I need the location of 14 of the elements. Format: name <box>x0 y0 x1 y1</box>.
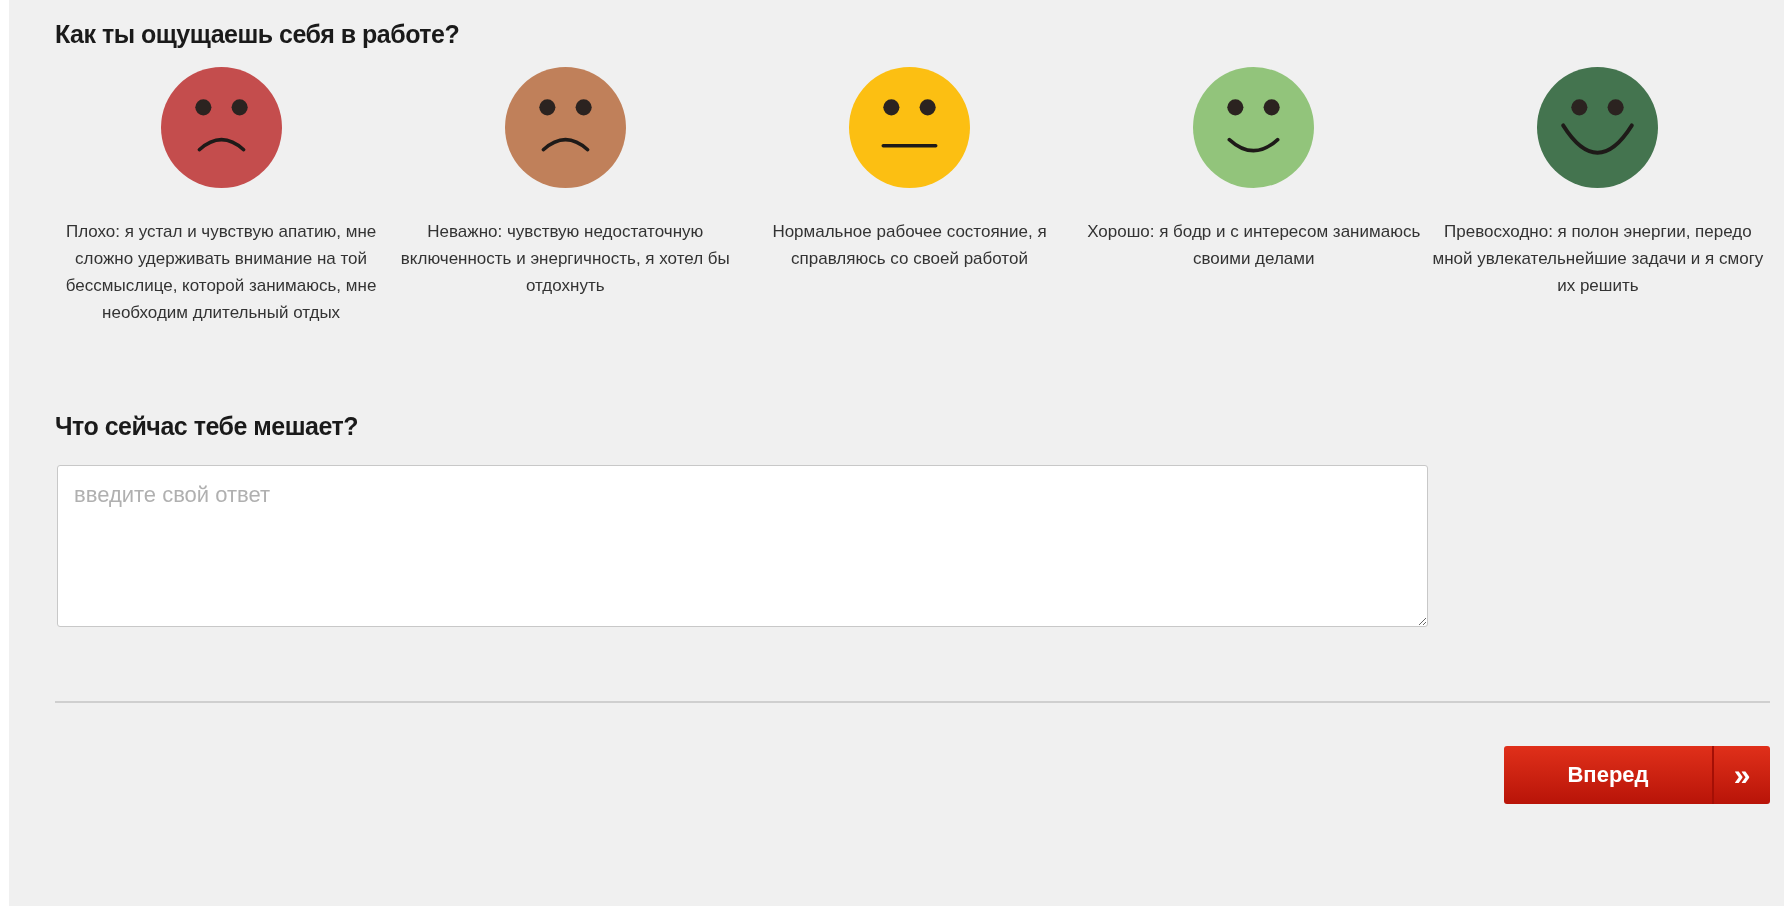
neutral-face-icon[interactable] <box>849 67 970 188</box>
question-title: Как ты ощущаешь себя в работе? <box>55 20 461 49</box>
answer-field[interactable]: введите свой ответ <box>57 465 1428 627</box>
next-button[interactable]: Вперед » <box>1504 746 1770 804</box>
sad-face-icon[interactable] <box>504 67 626 188</box>
smiley-face-icon[interactable] <box>1537 67 1659 188</box>
option-label: Нормальное рабочее состояние, я справляюсь со своей работой <box>771 221 1048 270</box>
option-label: Неважно: чувствую недостаточную включенность и энергичность, я хотел бы отдохнуть <box>399 221 731 297</box>
question-title: Что сейчас тебе мешает? <box>55 412 359 441</box>
option-label: Хорошо: я бодр и с интересом занимаюсь своими делами <box>1086 221 1422 270</box>
smiley-face-icon[interactable] <box>1193 67 1315 188</box>
option-label: Плохо: я устал и чувствую апатию, мне сложно удерживать внимание на той бессмыслице, которой занимаюсь, мне необходим длительный отдых <box>64 221 378 324</box>
option-label: Превосходно: я полон энергии, передо мной увлекательнейшие задачи и я смогу их решить <box>1431 221 1765 297</box>
sad-face-icon[interactable] <box>160 67 282 188</box>
